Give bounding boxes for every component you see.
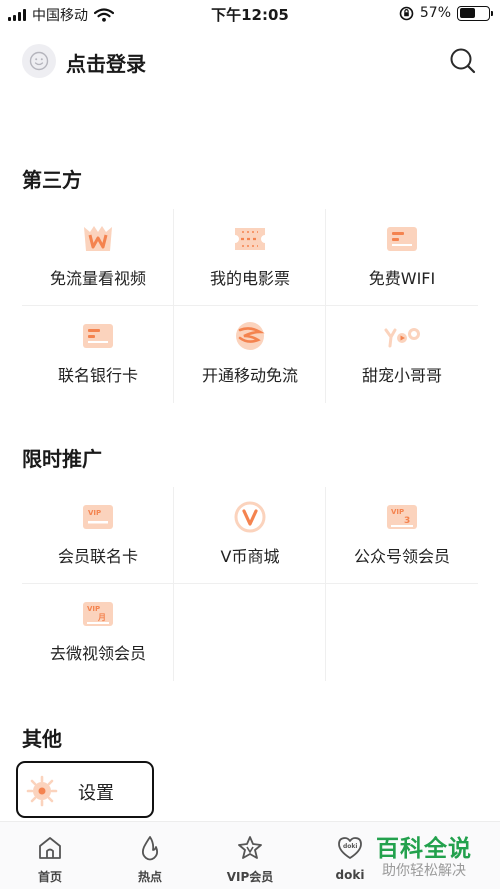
svg-text:VIP: VIP — [88, 509, 101, 517]
grid-empty-cell — [326, 584, 478, 681]
tab-hot[interactable]: 热点 — [100, 822, 200, 889]
orientation-lock-icon — [399, 6, 414, 20]
grid-item-label: 联名银行卡 — [57, 366, 138, 385]
status-right: 57% — [399, 5, 493, 21]
watermark-subtitle: 助你轻松解决 — [382, 863, 466, 879]
battery-level — [459, 8, 476, 18]
battery-percent: 57% — [419, 5, 451, 21]
battery-icon — [457, 5, 493, 21]
promotions-grid: VIP 会员联名卡 V币商城 VIP 3 公众号领会员 VIP 月 去微视领会员 — [22, 487, 478, 681]
section-title-other: 其他 — [22, 727, 62, 751]
movie-ticket-icon — [235, 228, 265, 250]
yoo-logo-icon — [384, 328, 420, 348]
svg-text:VIP: VIP — [87, 605, 100, 613]
search-icon[interactable] — [448, 46, 478, 76]
tab-label: 热点 — [137, 870, 162, 884]
third-party-grid: 免流量看视频 我的电影票 免费WIFI 联名银行卡 开通移动免流 甜宠小哥哥 — [22, 209, 478, 403]
status-bar: 中国移动 下午12:05 57% — [0, 0, 500, 28]
flame-icon — [141, 836, 159, 861]
tab-vip[interactable]: VIP会员 — [200, 822, 300, 889]
grid-empty-cell — [174, 584, 326, 681]
avatar[interactable] — [22, 44, 56, 78]
grid-item-cobranded-bank-card[interactable]: 联名银行卡 — [22, 306, 174, 403]
china-mobile-logo-icon — [236, 322, 265, 350]
v-coin-icon — [234, 501, 266, 533]
profile-header: 点击登录 — [0, 40, 500, 84]
grid-item-label: 甜宠小哥哥 — [361, 366, 442, 385]
svg-text:3: 3 — [404, 516, 410, 526]
settings-label: 设置 — [78, 783, 114, 804]
vip-card-icon: VIP — [83, 505, 113, 529]
grid-item-official-account-vip[interactable]: VIP 3 公众号领会员 — [326, 487, 478, 584]
grid-item-label: 开通移动免流 — [201, 366, 298, 385]
login-link[interactable]: 点击登录 — [66, 48, 146, 77]
watermark: 百科全说 助你轻松解决 — [370, 829, 495, 885]
section-title-third-party: 第三方 — [22, 168, 82, 192]
grid-item-label: 会员联名卡 — [57, 547, 138, 566]
vip-3-icon: VIP 3 — [387, 505, 417, 529]
grid-item-sweet-boyfriend[interactable]: 甜宠小哥哥 — [326, 306, 478, 403]
tab-home[interactable]: 首页 — [0, 822, 100, 889]
gear-icon — [26, 775, 58, 807]
doki-heart-icon: doki — [338, 837, 362, 859]
vip-month-icon: VIP 月 — [83, 602, 113, 626]
watermark-title: 百科全说 — [376, 836, 472, 862]
grid-item-label: 我的电影票 — [209, 269, 290, 288]
section-title-promotions: 限时推广 — [22, 447, 102, 471]
grid-item-label: 公众号领会员 — [353, 547, 450, 566]
svg-text:doki: doki — [343, 843, 357, 850]
svg-text:VIP: VIP — [391, 508, 404, 516]
tab-label: 首页 — [37, 870, 62, 884]
grid-item-v-coin-mall[interactable]: V币商城 — [174, 487, 326, 584]
vip-star-icon — [238, 836, 262, 859]
grid-item-label: 免费WIFI — [368, 269, 436, 288]
grid-item-label: 去微视领会员 — [49, 644, 146, 663]
tab-label: VIP会员 — [226, 870, 274, 884]
grid-item-label: V币商城 — [220, 547, 280, 566]
grid-item-label: 免流量看视频 — [49, 269, 146, 288]
grid-item-china-mobile-free-data[interactable]: 开通移动免流 — [174, 306, 326, 403]
grid-item-member-cobranded-card[interactable]: VIP 会员联名卡 — [22, 487, 174, 584]
settings-button[interactable]: 设置 — [16, 761, 154, 818]
grid-item-movie-tickets[interactable]: 我的电影票 — [174, 209, 326, 306]
bank-card-icon — [83, 324, 113, 348]
grid-item-free-wifi[interactable]: 免费WIFI — [326, 209, 478, 306]
crown-w-icon — [84, 226, 112, 251]
grid-item-free-data-video[interactable]: 免流量看视频 — [22, 209, 174, 306]
svg-text:月: 月 — [97, 613, 106, 622]
smiley-face-icon — [29, 51, 49, 71]
card-icon — [387, 227, 417, 251]
home-icon — [39, 837, 61, 859]
grid-item-weishi-vip[interactable]: VIP 月 去微视领会员 — [22, 584, 174, 681]
